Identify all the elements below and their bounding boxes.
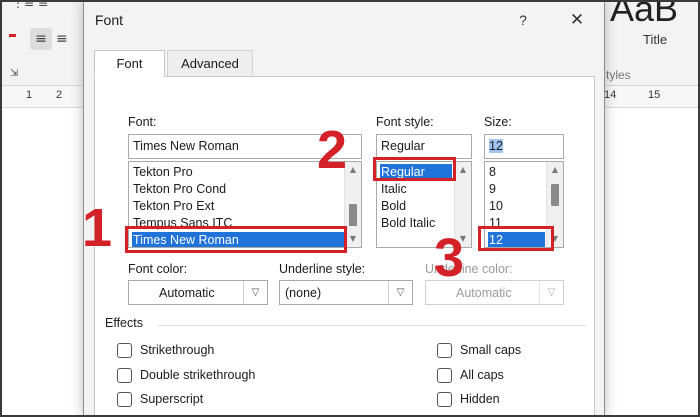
font-color-marker-icon[interactable] [9,34,16,37]
scroll-up-icon[interactable]: ▲ [345,162,361,178]
step-number-2: 2 [317,120,348,180]
effects-group-label: Effects [105,316,143,330]
dialog-launcher-icon[interactable]: ⇲ [10,68,18,79]
all-caps-checkbox[interactable] [437,368,452,383]
font-color-value: Automatic [159,286,215,300]
underline-color-value: Automatic [456,286,512,300]
chevron-down-icon[interactable]: ▽ [243,281,267,304]
bullets-icon[interactable]: ⋮≡ [12,0,34,10]
ruler-number: 15 [648,89,661,101]
font-list-item[interactable]: Tekton Pro Ext [132,198,344,215]
scroll-thumb[interactable] [349,204,357,226]
tab-font[interactable]: Font [94,50,165,77]
font-style-label: Font style: [376,115,434,129]
font-list-item[interactable]: Tekton Pro [132,164,344,181]
strikethrough-label[interactable]: Strikethrough [140,343,214,357]
size-input[interactable]: 12 [484,134,564,159]
hidden-checkbox[interactable] [437,392,452,407]
step-number-3: 3 [434,228,465,288]
font-dialog: Font ? ✕ Font Advanced Font: Times New R… [83,0,605,417]
underline-style-label: Underline style: [279,262,366,276]
scroll-down-icon[interactable]: ▼ [345,231,361,247]
all-caps-label[interactable]: All caps [460,368,504,382]
size-label: Size: [484,115,512,129]
effects-divider [158,325,586,326]
superscript-checkbox[interactable] [117,392,132,407]
font-list-item[interactable]: Tekton Pro Cond [132,181,344,198]
ruler-number: 1 [26,89,33,101]
strikethrough-checkbox[interactable] [117,343,132,358]
style-title-label[interactable]: Title [643,32,667,47]
chevron-down-icon[interactable]: ▽ [388,281,412,304]
highlight-style-selection [373,157,456,181]
chevron-down-icon: ▽ [539,281,563,304]
hidden-label[interactable]: Hidden [460,392,500,406]
numbering-icon[interactable]: ≡ [38,0,48,10]
font-color-dropdown[interactable]: Automatic ▽ [128,280,268,305]
double-strikethrough-checkbox[interactable] [117,368,132,383]
styles-group-label: tyles [606,68,631,82]
size-list-item[interactable]: 10 [488,198,545,215]
align-center-icon[interactable]: ≡ [56,28,68,50]
font-style-item[interactable]: Italic [380,181,452,198]
scroll-thumb[interactable] [551,184,559,206]
small-caps-label[interactable]: Small caps [460,343,521,357]
tab-advanced[interactable]: Advanced [167,50,253,77]
close-button[interactable]: ✕ [564,8,590,32]
font-style-item[interactable]: Bold [380,198,452,215]
ruler-number: 14 [604,89,617,101]
size-list-item[interactable]: 8 [488,164,545,181]
underline-style-value: (none) [285,286,322,300]
align-left-icon[interactable]: ≡ [30,28,52,50]
superscript-label[interactable]: Superscript [140,392,203,406]
ruler-number: 2 [56,89,63,101]
scroll-up-icon[interactable]: ▲ [547,162,563,178]
style-preview[interactable]: AaB [610,0,678,30]
small-caps-checkbox[interactable] [437,343,452,358]
font-color-label: Font color: [128,262,188,276]
double-strikethrough-label[interactable]: Double strikethrough [140,368,255,382]
underline-style-dropdown[interactable]: (none) ▽ [279,280,413,305]
size-input-value: 12 [489,139,503,153]
dialog-title: Font [95,12,124,28]
scroll-up-icon[interactable]: ▲ [455,162,471,178]
highlight-size-selection [478,226,554,251]
highlight-font-selection [125,226,347,253]
font-style-input[interactable]: Regular [376,134,472,159]
size-list-item[interactable]: 9 [488,181,545,198]
font-label: Font: [128,115,157,129]
step-number-1: 1 [82,198,113,258]
help-button[interactable]: ? [512,9,534,31]
